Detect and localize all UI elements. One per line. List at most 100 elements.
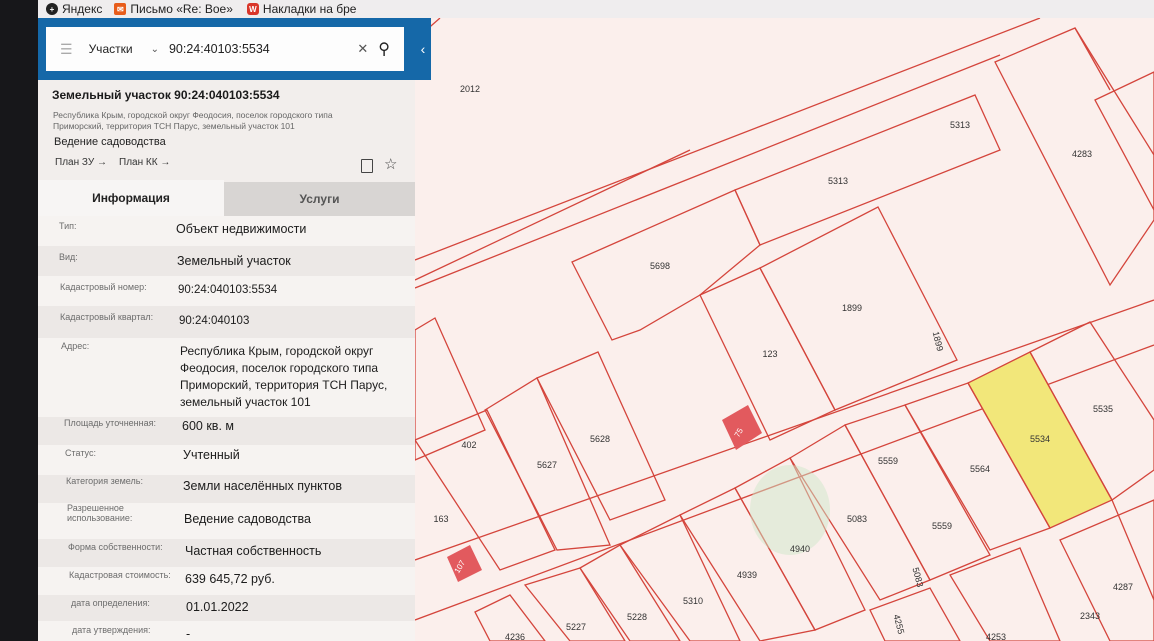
info-label: Тип: <box>59 221 77 231</box>
info-value: Земли населённых пунктов <box>183 479 342 493</box>
bookmark-store[interactable]: W Накладки на бре <box>246 2 357 16</box>
plot-number-label: 5313 <box>828 176 848 186</box>
cadastral-quarter-value[interactable]: 90:24:040103 <box>179 313 404 330</box>
bookmarks-bar: + Яндекс ✉ Письмо «Re: Вое» W Накладки н… <box>38 0 1154 18</box>
info-label: Разрешенное использование: <box>67 503 133 523</box>
cadastral-map[interactable]: 2012 5313 5313 4283 5698 1899 1899 123 5535 5534 5… <box>415 18 1154 641</box>
info-label: Вид: <box>59 252 78 262</box>
info-value: - <box>186 627 191 641</box>
info-row-type: Тип: Объект недвижимости <box>38 216 415 246</box>
info-row-cadastral-value: Кадастровая стоимость: 639 645,72 руб. <box>38 567 415 595</box>
plot-number-label: 163 <box>433 514 448 524</box>
bookmark-mail[interactable]: ✉ Письмо «Re: Вое» <box>114 2 233 16</box>
info-row-land-category: Категория земель: Земли населённых пункт… <box>38 475 415 503</box>
chevron-down-icon[interactable]: ⌄ <box>151 44 159 55</box>
bookmark-yandex[interactable]: + Яндекс <box>46 2 102 16</box>
category-select[interactable]: Участки <box>89 42 133 56</box>
plot-402[interactable] <box>415 317 486 461</box>
info-value: Ведение садоводства <box>184 512 311 526</box>
plot-number-label: 5627 <box>537 460 557 470</box>
map-boundary-line <box>415 18 1041 261</box>
info-value: Объект недвижимости <box>176 222 307 236</box>
bookmark-label: Накладки на бре <box>262 2 357 16</box>
info-value: Частная собственность <box>185 544 322 558</box>
info-label: Категория земель: <box>66 476 143 486</box>
plot-number-label: 4253 <box>986 632 1006 641</box>
plot-number-label: 4287 <box>1113 582 1133 592</box>
plot-number-label: 1899 <box>842 303 862 313</box>
plot-number-label: 5083 <box>847 514 867 524</box>
plan-zu-link[interactable]: План ЗУ → <box>55 157 107 168</box>
plot-number-label: 5698 <box>650 261 670 271</box>
menu-icon[interactable]: ☰ <box>60 41 73 58</box>
info-row-date-approved: дата утверждения: - <box>38 621 415 641</box>
plot-number-label: 5559 <box>878 456 898 466</box>
tab-information[interactable]: Информация <box>38 180 224 216</box>
search-box[interactable]: ☰ Участки ⌄ 90:24:40103:5534 ✕ ⚲ <box>46 27 404 71</box>
info-row-date-determined: дата определения: 01.01.2022 <box>38 595 415 621</box>
search-doc-icon[interactable] <box>361 159 373 173</box>
info-value: Учтенный <box>183 448 240 462</box>
info-row-area: Площадь уточненная: 600 кв. м <box>38 417 415 445</box>
search-icon[interactable]: ⚲ <box>378 39 390 59</box>
info-label: дата определения: <box>71 598 150 608</box>
chevron-left-icon: ‹ <box>420 41 426 57</box>
star-icon[interactable]: ☆ <box>384 155 397 173</box>
info-row-cadastral-number: Кадастровый номер: 90:24:040103:5534 <box>38 276 415 306</box>
search-input[interactable]: 90:24:40103:5534 <box>169 42 270 56</box>
collapse-panel-button[interactable]: ‹ <box>415 18 431 80</box>
close-icon[interactable]: ✕ <box>357 41 368 57</box>
info-value: 639 645,72 руб. <box>185 572 275 586</box>
plot-163[interactable] <box>415 409 556 571</box>
info-label: Кадастровый номер: <box>60 282 147 292</box>
monitor-bezel <box>0 0 38 641</box>
map-boundary-line <box>415 54 1001 289</box>
plot-2343[interactable] <box>1059 499 1154 641</box>
map-canvas: 2012531353134283569818991899123553555345… <box>415 18 1154 641</box>
info-panel: ☰ Участки ⌄ 90:24:40103:5534 ✕ ⚲ Земельн… <box>38 18 415 641</box>
info-row-status: Статус: Учтенный <box>38 445 415 475</box>
info-row-address: Адрес: Республика Крым, городской округ … <box>38 338 415 417</box>
plot-5559[interactable] <box>844 404 991 581</box>
plot-number-label: 4939 <box>737 570 757 580</box>
info-row-quarter: Кадастровый квартал: 90:24:040103 <box>38 306 415 338</box>
bookmark-label: Письмо «Re: Вое» <box>130 2 233 16</box>
info-row-permitted-use: Разрешенное использование: Ведение садов… <box>38 503 415 539</box>
plot-number-label: 4255 <box>891 613 906 635</box>
info-row-kind: Вид: Земельный участок <box>38 246 415 276</box>
plot-number-label: 5227 <box>566 622 586 632</box>
info-label: Статус: <box>65 448 96 458</box>
parcel-address: Республика Крым, городской округ Феодоси… <box>53 110 333 131</box>
mail-icon: ✉ <box>114 3 127 15</box>
store-icon: W <box>246 3 259 15</box>
info-label: дата утверждения: <box>72 625 151 635</box>
plot-number-label: 5535 <box>1093 404 1113 414</box>
plot-number-label: 5313 <box>950 120 970 130</box>
map-boundary-line <box>1074 27 1111 91</box>
plot-4253[interactable] <box>949 547 1061 641</box>
plan-kk-link[interactable]: План КК → <box>119 157 170 168</box>
plot-number-label: 4236 <box>505 632 525 641</box>
plot-4255[interactable] <box>869 587 961 641</box>
plot-number-label: 4940 <box>790 544 810 554</box>
plot-number-label: 5564 <box>970 464 990 474</box>
info-value: Земельный участок <box>177 254 291 268</box>
plot-number-label: 123 <box>762 349 777 359</box>
tab-label: Информация <box>92 191 170 205</box>
cadastral-number-value[interactable]: 90:24:040103:5534 <box>178 282 403 299</box>
plot-number-label: 2012 <box>460 84 480 94</box>
info-label: Форма собственности: <box>68 542 163 552</box>
bookmark-label: Яндекс <box>62 2 103 16</box>
info-value: 01.01.2022 <box>186 600 249 614</box>
yandex-icon: + <box>46 3 58 15</box>
plot-number-label: 5083 <box>910 566 925 588</box>
plot-number-label: 2343 <box>1080 611 1100 621</box>
plot-5310[interactable] <box>619 514 741 641</box>
plot-number-label: 5534 <box>1030 434 1050 444</box>
info-label: Адрес: <box>61 341 90 351</box>
tab-services[interactable]: Услуги <box>224 182 415 216</box>
parcel-use: Ведение садоводства <box>54 136 166 148</box>
plot-5313-top[interactable] <box>734 94 1001 246</box>
info-label: Кадастровый квартал: <box>60 312 154 322</box>
tab-label: Услуги <box>299 192 340 206</box>
